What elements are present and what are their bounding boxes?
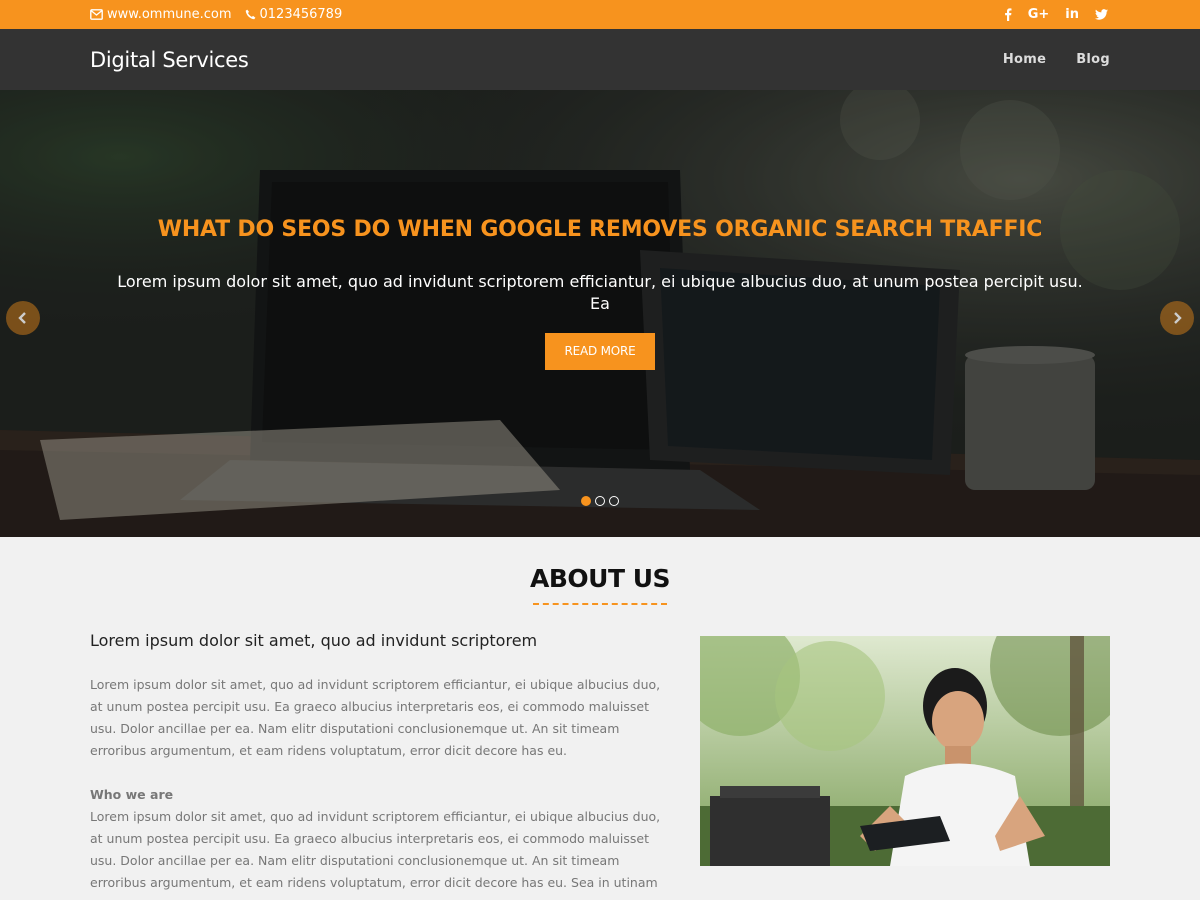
slider-dot[interactable] bbox=[609, 496, 619, 506]
slider-dots bbox=[0, 496, 1200, 506]
envelope-icon bbox=[90, 9, 103, 20]
about-image bbox=[700, 636, 1110, 866]
social-links: G+ in bbox=[1004, 8, 1108, 21]
about-title: ABOUT US bbox=[529, 564, 671, 593]
about-section: ABOUT US Lorem ipsum dolor sit amet, quo… bbox=[0, 537, 1200, 900]
twitter-icon[interactable] bbox=[1095, 9, 1108, 20]
contact-info: www.ommune.com 0123456789 bbox=[90, 7, 342, 22]
about-title-underline bbox=[533, 603, 667, 605]
email-link[interactable]: www.ommune.com bbox=[90, 7, 232, 22]
google-plus-icon[interactable]: G+ bbox=[1028, 8, 1050, 21]
chevron-right-icon bbox=[1174, 312, 1182, 324]
google-plus-glyph: G+ bbox=[1027, 7, 1050, 22]
about-paragraph: Lorem ipsum dolor sit amet, quo ad invid… bbox=[90, 809, 661, 900]
site-brand[interactable]: Digital Services bbox=[90, 48, 249, 72]
nav-home[interactable]: Home bbox=[1003, 52, 1046, 67]
email-text: www.ommune.com bbox=[107, 7, 232, 22]
linkedin-icon[interactable]: in bbox=[1065, 8, 1079, 21]
main-nav: Home Blog bbox=[1003, 52, 1110, 67]
nav-blog[interactable]: Blog bbox=[1076, 52, 1110, 67]
phone-icon bbox=[245, 9, 255, 20]
about-heading: Lorem ipsum dolor sit amet, quo ad invid… bbox=[90, 631, 538, 650]
hero-title: WHAT DO SEOS DO WHEN GOOGLE REMOVES ORGA… bbox=[157, 217, 1043, 242]
read-more-button[interactable]: READ MORE bbox=[545, 333, 655, 370]
linkedin-glyph: in bbox=[1065, 7, 1079, 22]
slider-prev-button[interactable] bbox=[6, 301, 40, 335]
top-bar: www.ommune.com 0123456789 G+ in bbox=[0, 0, 1200, 29]
phone-text: 0123456789 bbox=[259, 7, 343, 22]
hero-content: WHAT DO SEOS DO WHEN GOOGLE REMOVES ORGA… bbox=[0, 217, 1200, 370]
slider-next-button[interactable] bbox=[1160, 301, 1194, 335]
slider-dot[interactable] bbox=[595, 496, 605, 506]
chevron-left-icon bbox=[18, 312, 26, 324]
hero-text: Lorem ipsum dolor sit amet, quo ad invid… bbox=[117, 272, 1083, 313]
facebook-icon[interactable] bbox=[1004, 8, 1012, 21]
phone-link[interactable]: 0123456789 bbox=[245, 7, 343, 22]
about-text-column: Lorem ipsum dolor sit amet, quo ad invid… bbox=[90, 631, 670, 900]
about-paragraph: Lorem ipsum dolor sit amet, quo ad invid… bbox=[90, 677, 661, 758]
hero-slider: WHAT DO SEOS DO WHEN GOOGLE REMOVES ORGA… bbox=[0, 90, 1200, 537]
slider-dot[interactable] bbox=[581, 496, 591, 506]
main-header: Digital Services Home Blog bbox=[0, 29, 1200, 90]
about-subheading: Who we are bbox=[90, 787, 174, 802]
